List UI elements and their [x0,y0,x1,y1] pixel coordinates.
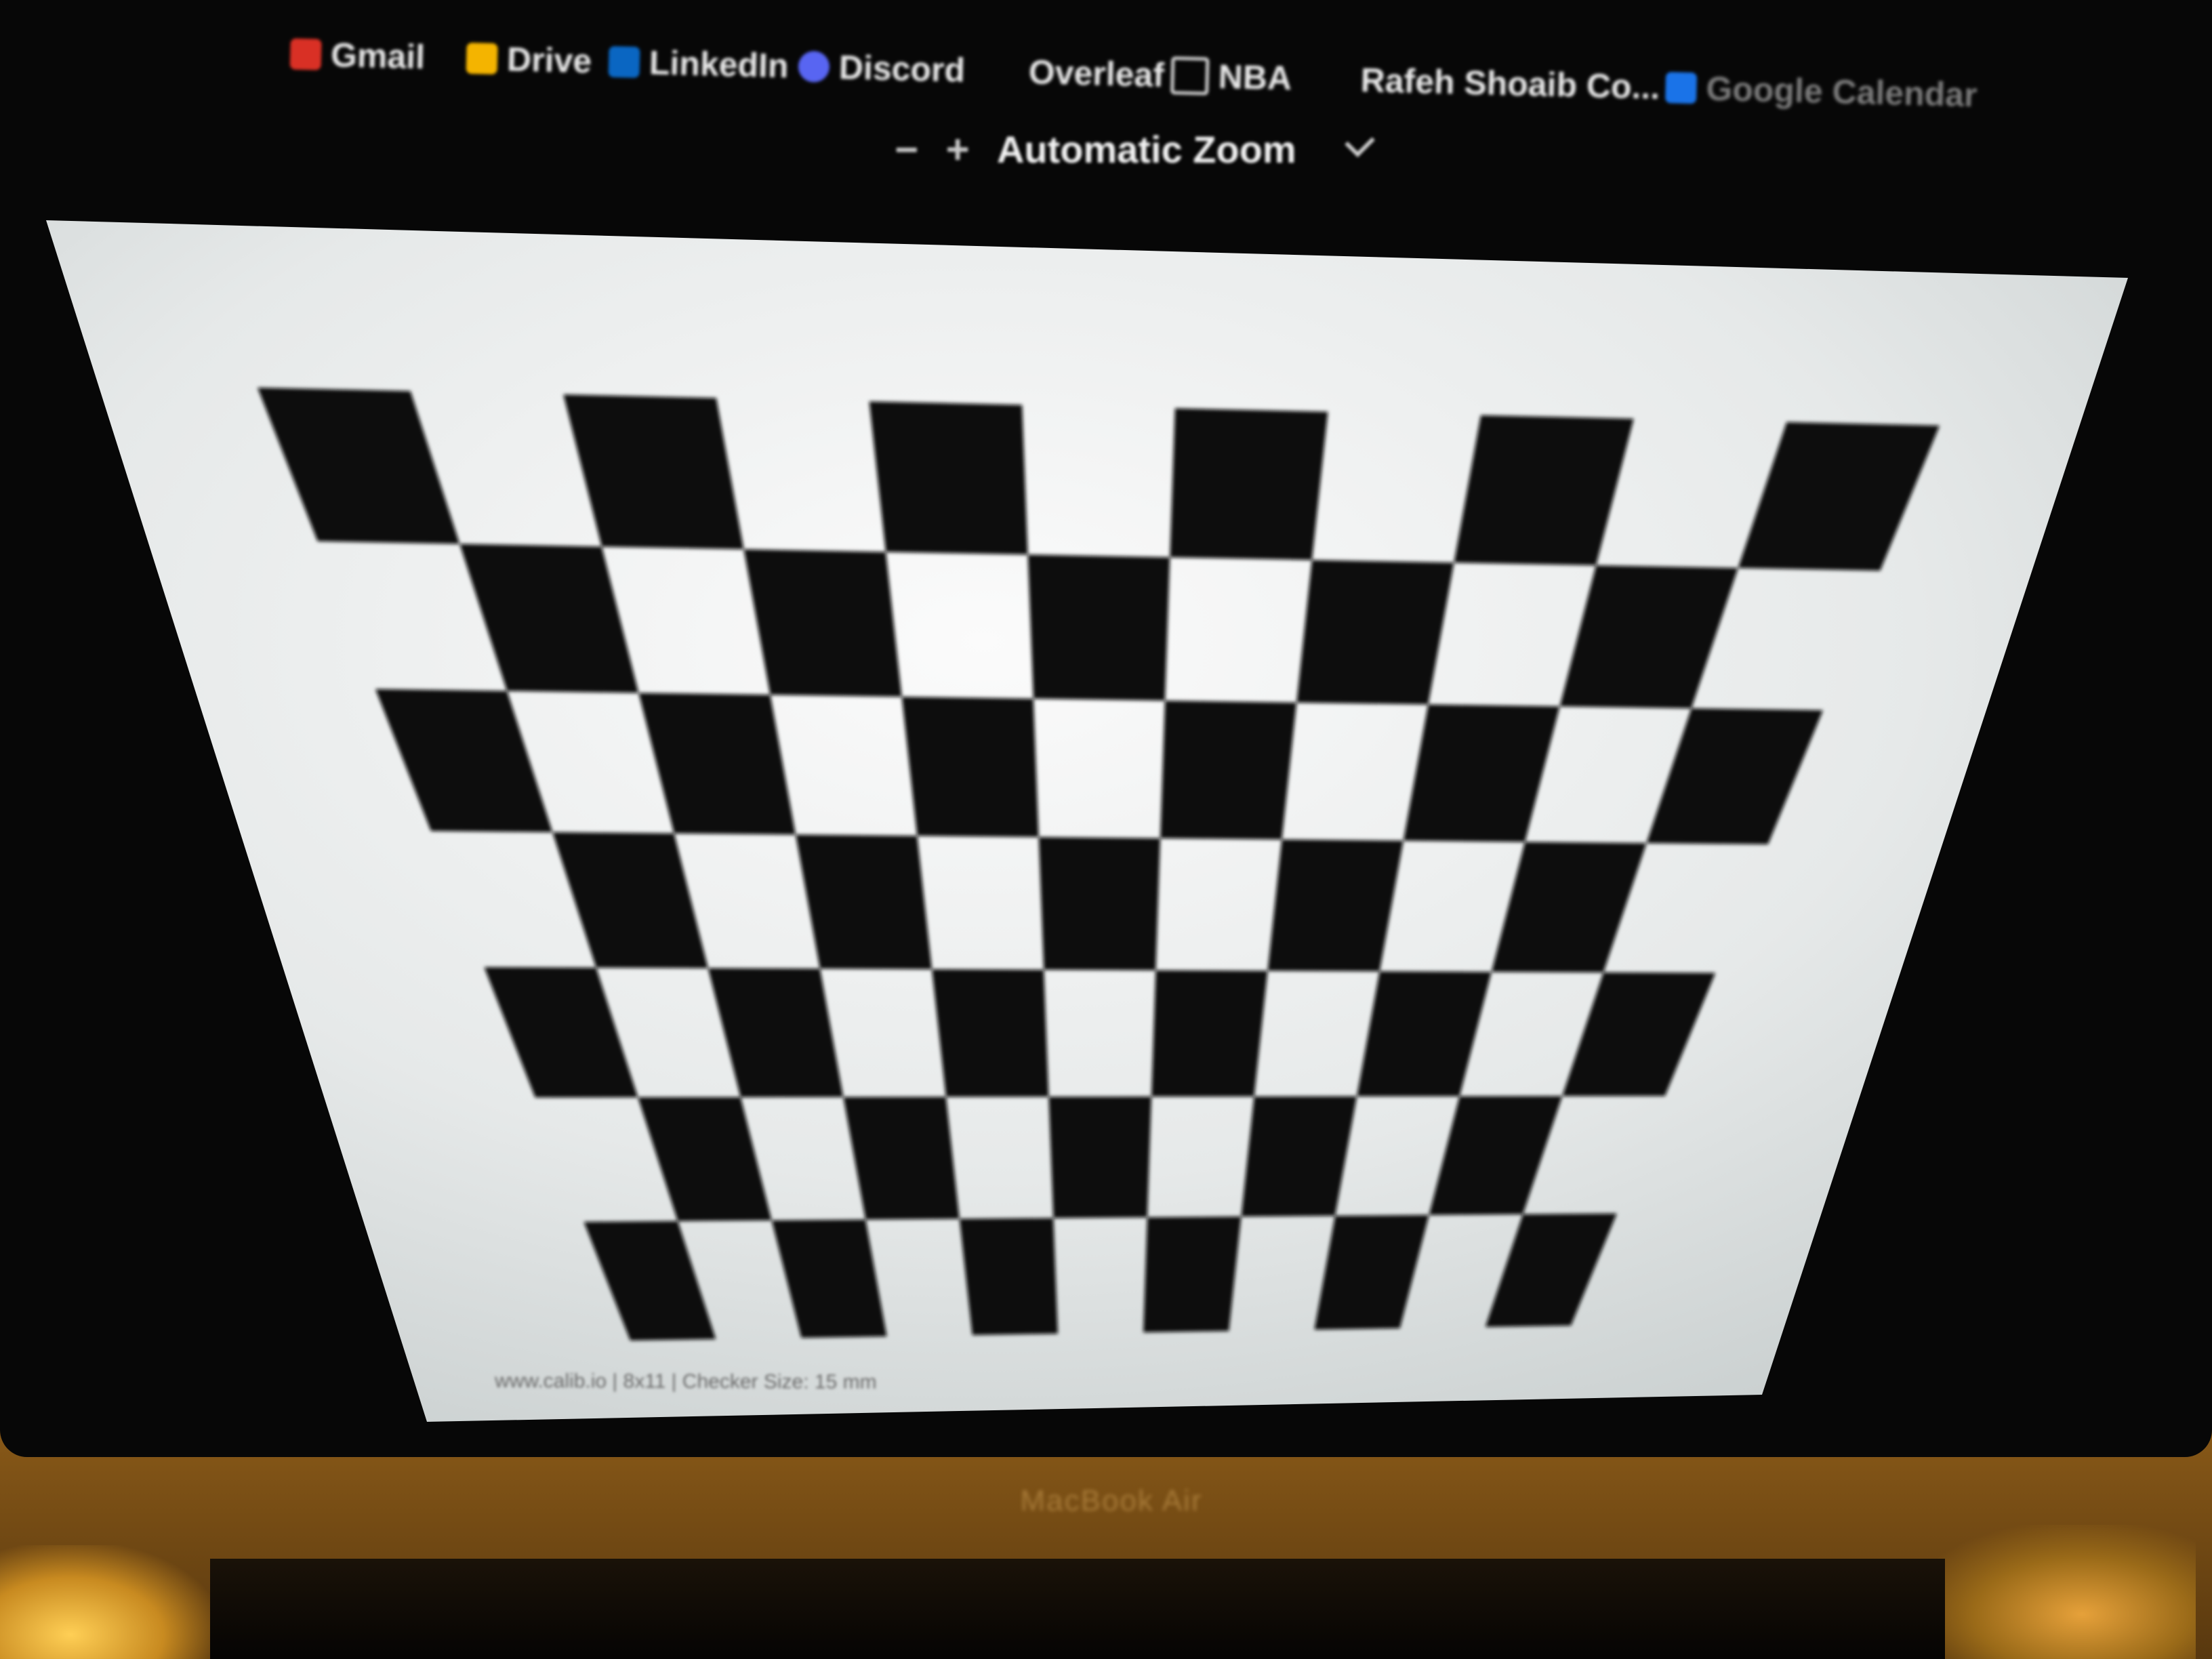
checker-square [1027,554,1170,701]
checker-square [932,969,1049,1097]
checker-square [901,697,1039,838]
photo-scene: MacBook Air Gmail Drive LinkedIn Discord… [0,0,2212,1659]
checker-square [869,401,1028,555]
checker-square [1048,1097,1152,1218]
checker-square [1267,839,1404,972]
pdf-page [46,220,2128,1422]
checker-square [959,1218,1058,1335]
checker-square [1151,970,1268,1097]
checker-square [1038,837,1161,970]
checker-square [743,549,902,697]
checker-square [1160,700,1297,840]
checker-square [1143,1216,1242,1332]
page-footer-text: www.calib.io | 8x11 | Checker Size: 15 m… [494,1370,877,1393]
checker-square [1170,408,1328,560]
checker-square [1296,560,1454,705]
